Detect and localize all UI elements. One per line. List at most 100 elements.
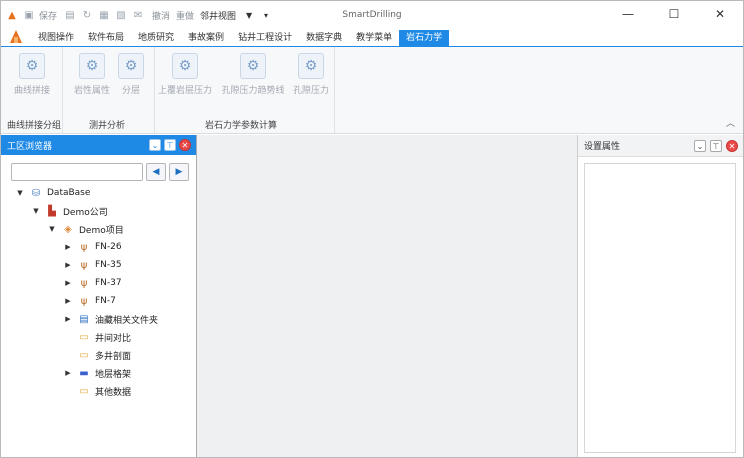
- customize-qa-icon[interactable]: ▾: [259, 8, 273, 22]
- dropdown-icon[interactable]: ⌄: [149, 139, 161, 151]
- folder-icon: ▭: [79, 349, 89, 361]
- properties-panel: 设置属性 ⌄ ⊤ ✕: [577, 135, 743, 457]
- tab-teaching[interactable]: 教学菜单: [349, 30, 399, 46]
- tree-node-label: Demo公司: [63, 207, 108, 218]
- well-icon: ψ: [80, 241, 88, 253]
- collapse-arrow-icon[interactable]: ▼: [15, 189, 25, 197]
- ribbon-group-label: 测井分析: [89, 121, 126, 131]
- tree-node-label: DataBase: [47, 188, 91, 198]
- maximize-button[interactable]: ☐: [651, 1, 697, 27]
- overburden-pressure-label: 上覆岩层压力: [158, 86, 213, 96]
- close-button[interactable]: ✕: [697, 1, 743, 27]
- ribbon-group-label: 曲线拼接分组: [7, 121, 62, 131]
- tree-node-label: 井间对比: [95, 333, 132, 344]
- properties-grid[interactable]: [584, 163, 736, 453]
- dropdown-arrow-icon[interactable]: ▼: [242, 8, 256, 22]
- panel-title: 工区浏览器: [7, 141, 53, 152]
- pore-pressure-trend-label: 孔隙压力趋势线: [221, 86, 285, 96]
- tree-node[interactable]: ▶ ψ FN-26: [1, 238, 195, 256]
- main-workspace[interactable]: [197, 135, 577, 457]
- pore-pressure-trend-button[interactable]: ⚙ 孔隙压力趋势线: [222, 53, 285, 96]
- tree-node-label: FN-26: [95, 242, 122, 252]
- tree-node[interactable]: ▶ ▬ 地层格架: [1, 364, 195, 382]
- pin-icon[interactable]: ⊤: [710, 140, 722, 152]
- expand-arrow-icon[interactable]: ▶: [63, 261, 73, 269]
- tree-node[interactable]: ▭ 井间对比: [1, 328, 195, 346]
- tree-node-label: FN-35: [95, 260, 122, 270]
- company-icon: ▙: [48, 205, 56, 217]
- undo-button[interactable]: 撤消: [152, 9, 170, 22]
- search-row: ◀ ▶: [11, 163, 193, 181]
- tab-rock-mechanics[interactable]: 岩石力学: [399, 30, 450, 46]
- pin-icon[interactable]: ⊤: [164, 139, 176, 151]
- dropdown-icon[interactable]: ⌄: [694, 140, 706, 152]
- tree-node-label: 地层格架: [95, 369, 132, 380]
- expand-arrow-icon[interactable]: ▶: [63, 279, 73, 287]
- expand-arrow-icon[interactable]: ▶: [63, 315, 73, 323]
- refresh-icon[interactable]: ↻: [80, 8, 94, 22]
- properties-header: 设置属性 ⌄ ⊤ ✕: [578, 135, 743, 157]
- save-icon[interactable]: ▣: [22, 8, 36, 22]
- well-icon: ψ: [80, 259, 88, 271]
- search-next-button[interactable]: ▶: [169, 163, 189, 181]
- print-icon[interactable]: ▤: [63, 8, 77, 22]
- properties-title: 设置属性: [584, 142, 621, 152]
- view-dropdown[interactable]: 邻井视图: [200, 9, 236, 22]
- tree-node[interactable]: ▼ ⛁ DataBase: [1, 184, 195, 202]
- search-input[interactable]: [11, 163, 143, 181]
- app-window: ▲ ▣ 保存 ▤ ↻ ▦ ▧ ✉ 撤消 重做 邻井视图 ▼ ▾ SmartDri…: [0, 0, 744, 458]
- save-button[interactable]: 保存: [39, 9, 57, 22]
- collapse-arrow-icon[interactable]: ▼: [31, 207, 41, 215]
- minimize-button[interactable]: —: [605, 1, 651, 27]
- tab-drilling-design[interactable]: 钻井工程设计: [231, 30, 299, 46]
- ribbon-tabs: 视图操作 软件布局 地质研究 事故案例 钻井工程设计 数据字典 教学菜单 岩石力…: [1, 28, 743, 46]
- app-menu-icon: [10, 30, 22, 43]
- gear-icon: ⚙: [19, 53, 45, 79]
- folder-icon: ▭: [79, 385, 89, 397]
- collapse-arrow-icon[interactable]: ▼: [47, 225, 57, 233]
- folder-blue-icon: ▬: [79, 367, 89, 379]
- tree-node[interactable]: ▶ ▤ 油藏相关文件夹: [1, 310, 195, 328]
- lithology-label: 岩性属性: [73, 86, 110, 96]
- collapse-ribbon-icon[interactable]: ︿: [726, 116, 735, 129]
- curve-splice-button[interactable]: ⚙ 曲线拼接: [8, 53, 56, 96]
- pore-pressure-button[interactable]: ⚙ 孔隙压力: [287, 53, 335, 96]
- layering-label: 分层: [121, 86, 140, 96]
- close-icon[interactable]: ✕: [179, 139, 191, 151]
- tree-node[interactable]: ▶ ψ FN-7: [1, 292, 195, 310]
- window-controls: — ☐ ✕: [605, 1, 743, 27]
- layering-button[interactable]: ⚙ 分层: [107, 53, 155, 96]
- expand-arrow-icon[interactable]: ▶: [63, 243, 73, 251]
- app-menu-button[interactable]: [1, 28, 31, 46]
- tree-node[interactable]: ▭ 多井剖面: [1, 346, 195, 364]
- tree-node[interactable]: ▭ 其他数据: [1, 382, 195, 400]
- mail-icon[interactable]: ✉: [131, 8, 145, 22]
- ribbon-group-label: 岩石力学参数计算: [205, 121, 278, 131]
- overburden-pressure-button[interactable]: ⚙ 上覆岩层压力: [158, 53, 213, 96]
- gear-icon: ⚙: [172, 53, 198, 79]
- workspace-browser-panel: 工区浏览器 ⌄ ⊤ ✕ ◀ ▶ ▼ ⛁ DataBase ▼ ▙ Demo公司 ▼ ◈ Demo…: [1, 135, 197, 457]
- tree-node[interactable]: ▼ ◈ Demo项目: [1, 220, 195, 238]
- tab-accidents[interactable]: 事故案例: [181, 30, 231, 46]
- image-icon[interactable]: ▧: [114, 8, 128, 22]
- folder-icon: ▭: [79, 331, 89, 343]
- tree-node[interactable]: ▼ ▙ Demo公司: [1, 202, 195, 220]
- close-icon[interactable]: ✕: [726, 140, 738, 152]
- ribbon-panel: ⚙ 曲线拼接 曲线拼接分组 ⚙ 岩性属性 ⚙ 分层 测井分析 ⚙ 上覆岩层压力 …: [1, 46, 743, 134]
- tab-view-ops[interactable]: 视图操作: [31, 30, 81, 46]
- tab-layout[interactable]: 软件布局: [81, 30, 131, 46]
- gear-icon: ⚙: [240, 53, 266, 79]
- title-bar: ▲ ▣ 保存 ▤ ↻ ▦ ▧ ✉ 撤消 重做 邻井视图 ▼ ▾ SmartDri…: [1, 1, 743, 29]
- tree-node[interactable]: ▶ ψ FN-35: [1, 256, 195, 274]
- tree-node-label: FN-7: [95, 296, 116, 306]
- folder-doc-icon: ▤: [79, 313, 89, 325]
- expand-arrow-icon[interactable]: ▶: [63, 369, 73, 377]
- grid-icon[interactable]: ▦: [97, 8, 111, 22]
- app-logo-icon: ▲: [8, 9, 16, 21]
- tab-dictionary[interactable]: 数据字典: [299, 30, 349, 46]
- tab-geology[interactable]: 地质研究: [131, 30, 181, 46]
- redo-button[interactable]: 重做: [176, 9, 194, 22]
- tree-node[interactable]: ▶ ψ FN-37: [1, 274, 195, 292]
- search-prev-button[interactable]: ◀: [146, 163, 166, 181]
- expand-arrow-icon[interactable]: ▶: [63, 297, 73, 305]
